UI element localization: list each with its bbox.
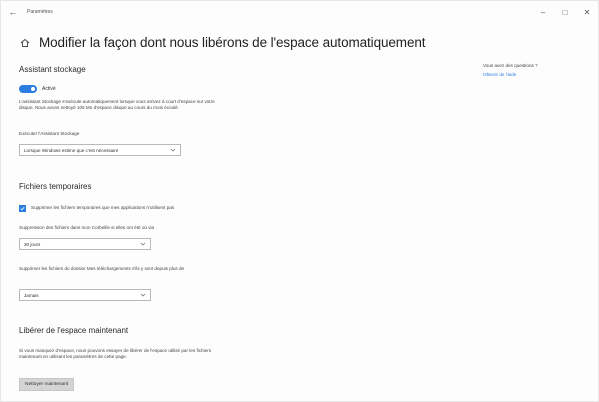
recycle-bin-value: 30 jours — [24, 241, 41, 247]
get-help-link[interactable]: Obtenir de l'aide — [483, 72, 583, 77]
window-controls: – □ ✕ — [532, 1, 598, 23]
run-storage-sense-value: Lorsque Windows estime que c'est nécessa… — [24, 147, 119, 153]
checkmark-icon — [20, 206, 25, 211]
storage-sense-toggle-row: Activé — [19, 85, 56, 93]
back-button[interactable]: ← — [1, 1, 25, 23]
downloads-value: Jamais — [24, 292, 39, 298]
close-icon: ✕ — [583, 7, 591, 17]
run-storage-sense-select[interactable]: Lorsque Windows estime que c'est nécessa… — [19, 144, 181, 156]
help-panel: Vous avez des questions ? Obtenir de l'a… — [483, 63, 583, 77]
title-bar: ← Paramètres – □ ✕ — [1, 1, 598, 23]
storage-sense-toggle[interactable] — [19, 85, 37, 93]
run-storage-sense-label: Exécuter l'Assistant Stockage — [19, 131, 80, 136]
recycle-bin-select[interactable]: 30 jours — [19, 238, 151, 250]
maximize-button[interactable]: □ — [554, 1, 576, 23]
page-header: Modifier la façon dont nous libérons de … — [19, 35, 426, 50]
temp-files-checkbox[interactable] — [19, 205, 26, 212]
storage-sense-heading: Assistant stockage — [19, 65, 86, 74]
chevron-down-icon — [170, 147, 176, 153]
downloads-select[interactable]: Jamais — [19, 289, 151, 301]
page-title: Modifier la façon dont nous libérons de … — [39, 35, 426, 50]
minimize-button[interactable]: – — [532, 1, 554, 23]
home-icon — [19, 37, 31, 49]
maximize-icon: □ — [562, 7, 568, 17]
storage-sense-description: L'assistant Stockage s'exécute automatiq… — [19, 99, 215, 110]
temp-files-heading: Fichiers temporaires — [19, 182, 92, 191]
chevron-down-icon — [140, 241, 146, 247]
toggle-state-label: Activé — [42, 86, 56, 92]
temp-files-checkbox-label: Supprimer les fichiers temporaires que m… — [31, 205, 175, 210]
settings-window: ← Paramètres – □ ✕ Modifier la façon don… — [0, 0, 599, 402]
help-question: Vous avez des questions ? — [483, 63, 538, 68]
chevron-down-icon — [140, 292, 146, 298]
back-arrow-icon: ← — [8, 7, 18, 17]
window-title: Paramètres — [27, 9, 53, 15]
free-space-description: Si vous manquez d'espace, nous pouvons e… — [19, 348, 211, 359]
free-space-heading: Libérer de l'espace maintenant — [19, 326, 129, 335]
recycle-bin-label: Suppression des fichiers dans mon Corbei… — [19, 225, 155, 230]
minimize-icon: – — [540, 7, 546, 17]
downloads-label: Supprimer les fichiers du dossier Mes té… — [19, 266, 185, 271]
close-button[interactable]: ✕ — [576, 1, 598, 23]
clean-now-button[interactable]: Nettoyer maintenant — [19, 378, 75, 391]
temp-files-checkbox-row: Supprimer les fichiers temporaires que m… — [19, 205, 201, 212]
